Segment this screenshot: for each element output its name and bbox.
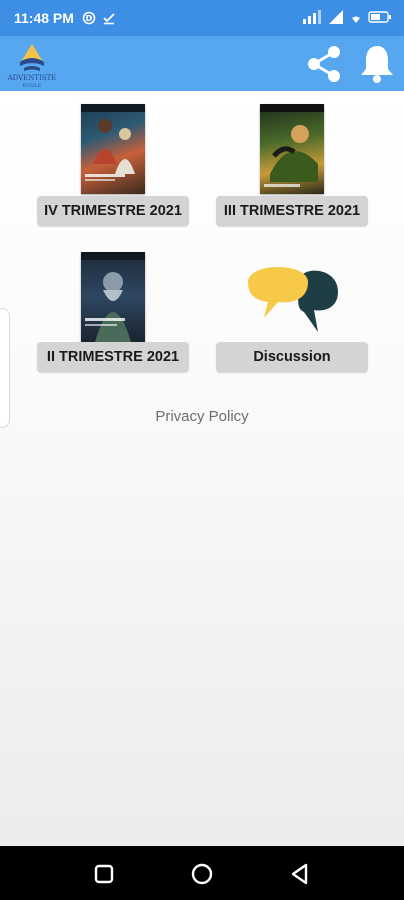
card-label-ii-trimestre[interactable]: II TRIMESTRE 2021 xyxy=(37,342,189,372)
wifi-icon xyxy=(352,16,360,23)
back-triangle-icon[interactable] xyxy=(287,861,313,887)
lesson-cover-image xyxy=(81,252,145,342)
share-icon[interactable] xyxy=(304,44,344,84)
svg-text:ADVENTISTE: ADVENTISTE xyxy=(7,74,57,82)
svg-text:D: D xyxy=(86,14,93,23)
card-cover-2[interactable] xyxy=(260,104,324,194)
discussion-button[interactable]: Discussion xyxy=(216,342,368,372)
status-right-icons xyxy=(302,9,392,25)
battery-icon xyxy=(368,11,391,23)
lesson-cover-image xyxy=(81,104,145,181)
card-label-iv-trimestre[interactable]: IV TRIMESTRE 2021 xyxy=(37,196,189,226)
card-label-iii-trimestre[interactable]: III TRIMESTRE 2021 xyxy=(216,196,368,226)
card-cover-1[interactable] xyxy=(81,104,145,194)
signal-icon xyxy=(303,10,321,24)
data-saver-icon: D xyxy=(82,11,96,25)
recents-square-icon[interactable] xyxy=(91,861,117,887)
adventist-logo-icon[interactable]: ADVENTISTE ÉCOLE xyxy=(6,40,58,88)
card-cover-3[interactable] xyxy=(81,252,145,342)
home-circle-icon[interactable] xyxy=(189,861,215,887)
app-bar: ADVENTISTE ÉCOLE xyxy=(0,36,404,91)
privacy-policy-link[interactable]: Privacy Policy xyxy=(0,408,404,425)
status-left-icons: D xyxy=(82,11,116,25)
main-content: IV TRIMESTRE 2021 III TRIMESTRE 2021 II … xyxy=(0,91,404,846)
bell-icon[interactable] xyxy=(357,42,397,84)
chat-bubbles-icon[interactable] xyxy=(244,256,340,336)
status-bar: 11:48 PM D xyxy=(0,0,404,36)
lesson-cover-image xyxy=(260,104,324,187)
svg-text:ÉCOLE: ÉCOLE xyxy=(23,81,42,88)
system-nav-bar xyxy=(0,846,404,900)
status-time: 11:48 PM xyxy=(14,10,74,26)
download-check-icon xyxy=(103,13,115,25)
signal-icon xyxy=(329,10,343,24)
